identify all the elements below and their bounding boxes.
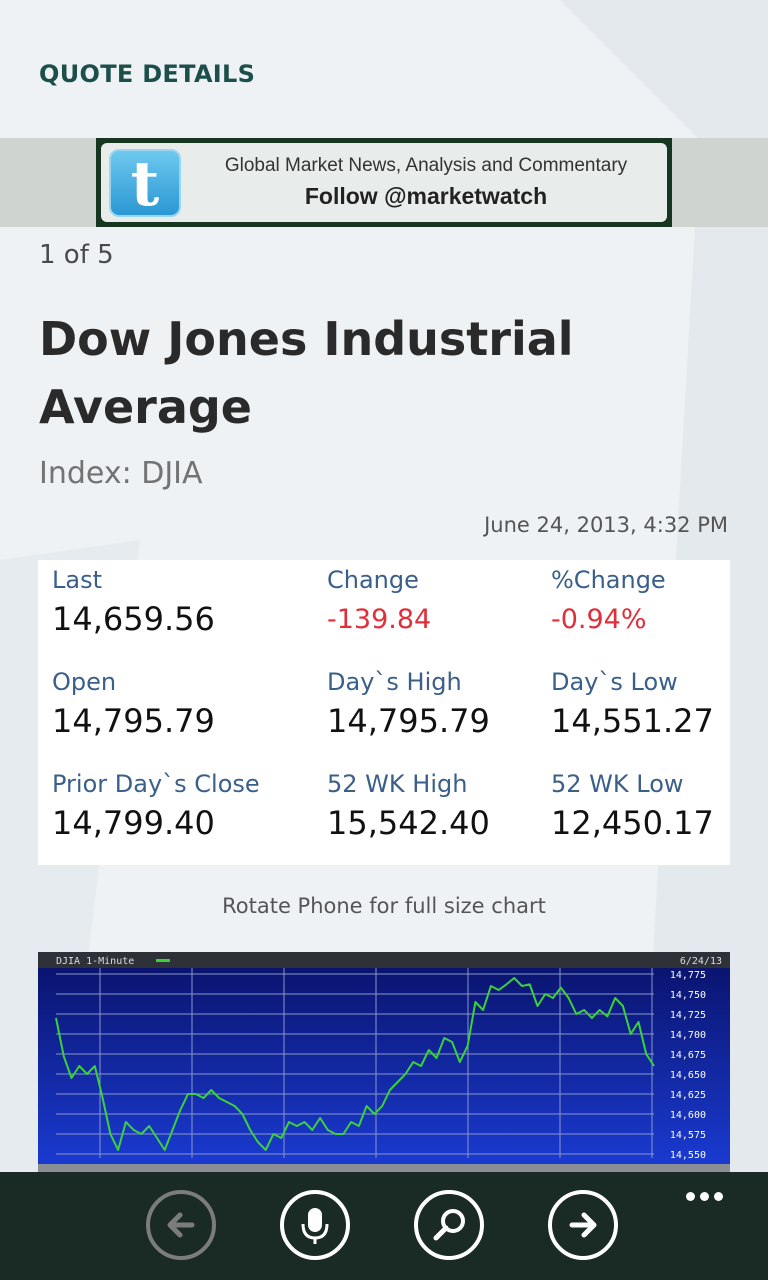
field-value: -0.94% (551, 604, 647, 635)
field-last: Last 14,659.56 (52, 566, 215, 638)
field-days-low: Day`s Low 14,551.27 (551, 668, 714, 740)
search-button[interactable] (414, 1190, 484, 1260)
search-icon (433, 1209, 465, 1241)
chart-y-tick-label: 14,700 (670, 1030, 706, 1041)
field-value: 14,551.27 (551, 702, 714, 740)
twitter-logo-icon: t (109, 147, 181, 220)
quote-table: Last 14,659.56 Change -139.84 %Change -0… (38, 560, 730, 865)
field-pct-change: %Change -0.94% (551, 566, 666, 635)
banner-follow-text: Follow @marketwatch (304, 183, 548, 209)
field-value: 14,795.79 (327, 702, 490, 740)
field-52wk-high: 52 WK High 15,542.40 (327, 770, 490, 842)
rotate-hint: Rotate Phone for full size chart (222, 894, 546, 918)
banner-tagline: Global Market News, Analysis and Comment… (224, 155, 628, 176)
arrow-left-icon (167, 1212, 195, 1238)
field-value: 14,795.79 (52, 702, 215, 740)
chart-y-tick-label: 14,625 (670, 1090, 706, 1101)
field-label: Day`s Low (551, 668, 678, 696)
app-bar (0, 1172, 768, 1280)
quote-index: Index: DJIA (39, 456, 203, 491)
intraday-chart[interactable]: DJIA 1-Minute 6/24/13 14,775 14,750 14,725… (38, 952, 730, 1172)
field-label: %Change (551, 566, 666, 594)
ad-banner[interactable]: t Global Market News, Analysis and Comme… (96, 138, 672, 227)
field-value: 14,799.40 (52, 804, 215, 842)
field-52wk-low: 52 WK Low 12,450.17 (551, 770, 714, 842)
chart-y-tick-label: 14,775 (670, 970, 706, 981)
field-label: Change (327, 566, 419, 594)
field-prior-close: Prior Day`s Close 14,799.40 (52, 770, 260, 842)
chart-y-tick-label: 14,675 (670, 1050, 706, 1061)
field-value: 15,542.40 (327, 804, 490, 842)
field-days-high: Day`s High 14,795.79 (327, 668, 490, 740)
dot-icon (686, 1192, 695, 1201)
chart-y-tick-label: 14,575 (670, 1130, 706, 1141)
field-label: Last (52, 566, 102, 594)
chart-y-tick-label: 14,725 (670, 1010, 706, 1021)
dot-icon (714, 1192, 723, 1201)
voice-button[interactable] (280, 1190, 350, 1260)
field-change: Change -139.84 (327, 566, 431, 635)
page-title: QUOTE DETAILS (39, 60, 256, 88)
chart-y-tick-label: 14,650 (670, 1070, 706, 1081)
chart-header-bar (38, 952, 730, 968)
chart-svg: DJIA 1-Minute 6/24/13 14,775 14,750 14,725… (38, 952, 730, 1172)
chart-footer-bar (38, 1164, 730, 1172)
more-options-button[interactable] (686, 1186, 732, 1201)
page-indicator: 1 of 5 (39, 240, 114, 270)
quote-name: Dow Jones Industrial Average (39, 312, 574, 434)
field-open: Open 14,795.79 (52, 668, 215, 740)
quote-timestamp: June 24, 2013, 4:32 PM (484, 513, 728, 537)
field-label: 52 WK High (327, 770, 468, 798)
field-value: 14,659.56 (52, 600, 215, 638)
microphone-icon (301, 1208, 329, 1244)
field-label: Prior Day`s Close (52, 770, 260, 798)
chart-y-tick-label: 14,550 (670, 1150, 706, 1161)
field-label: 52 WK Low (551, 770, 684, 798)
chart-legend-swatch (156, 959, 170, 962)
chart-title: DJIA 1-Minute (56, 956, 134, 967)
chart-y-tick-label: 14,750 (670, 990, 706, 1001)
back-button[interactable] (146, 1190, 216, 1260)
arrow-right-icon (569, 1212, 597, 1238)
field-value: 12,450.17 (551, 804, 714, 842)
chart-date: 6/24/13 (680, 956, 722, 967)
field-value: -139.84 (327, 604, 432, 635)
dot-icon (700, 1192, 709, 1201)
field-label: Open (52, 668, 117, 696)
forward-button[interactable] (548, 1190, 618, 1260)
chart-y-tick-label: 14,600 (670, 1110, 706, 1121)
field-label: Day`s High (327, 668, 462, 696)
